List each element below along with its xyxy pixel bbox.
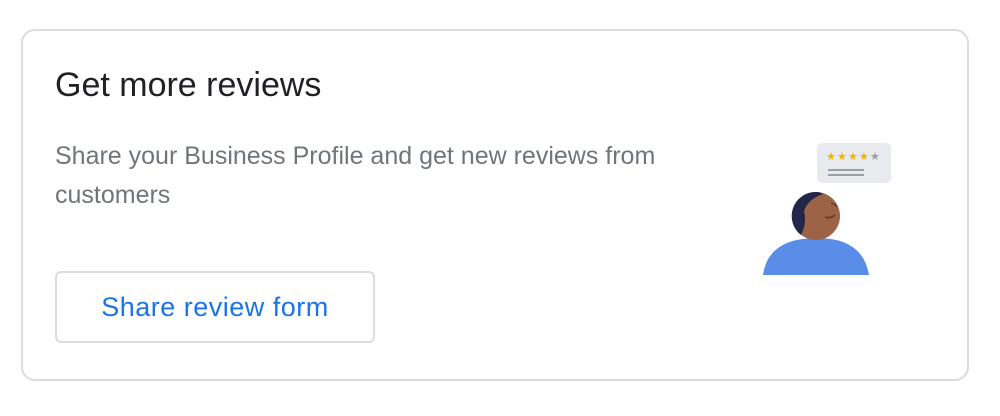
rating-stars: ★ ★ ★ ★ ★ [826,150,880,163]
star-filled-icon: ★ [826,150,836,163]
card-title: Get more reviews [55,66,322,104]
star-filled-icon: ★ [837,150,847,163]
card-description: Share your Business Profile and get new … [55,142,656,209]
star-filled-icon: ★ [859,150,869,163]
reviewer-illustration: ★ ★ ★ ★ ★ [763,143,891,275]
star-empty-icon: ★ [870,150,880,163]
get-more-reviews-card: Get more reviews Share your Business Pro… [21,29,969,381]
person-avatar [763,191,869,275]
review-bubble: ★ ★ ★ ★ ★ [817,143,891,183]
star-filled-icon: ★ [848,150,858,163]
share-review-form-button[interactable]: Share review form [55,271,375,343]
